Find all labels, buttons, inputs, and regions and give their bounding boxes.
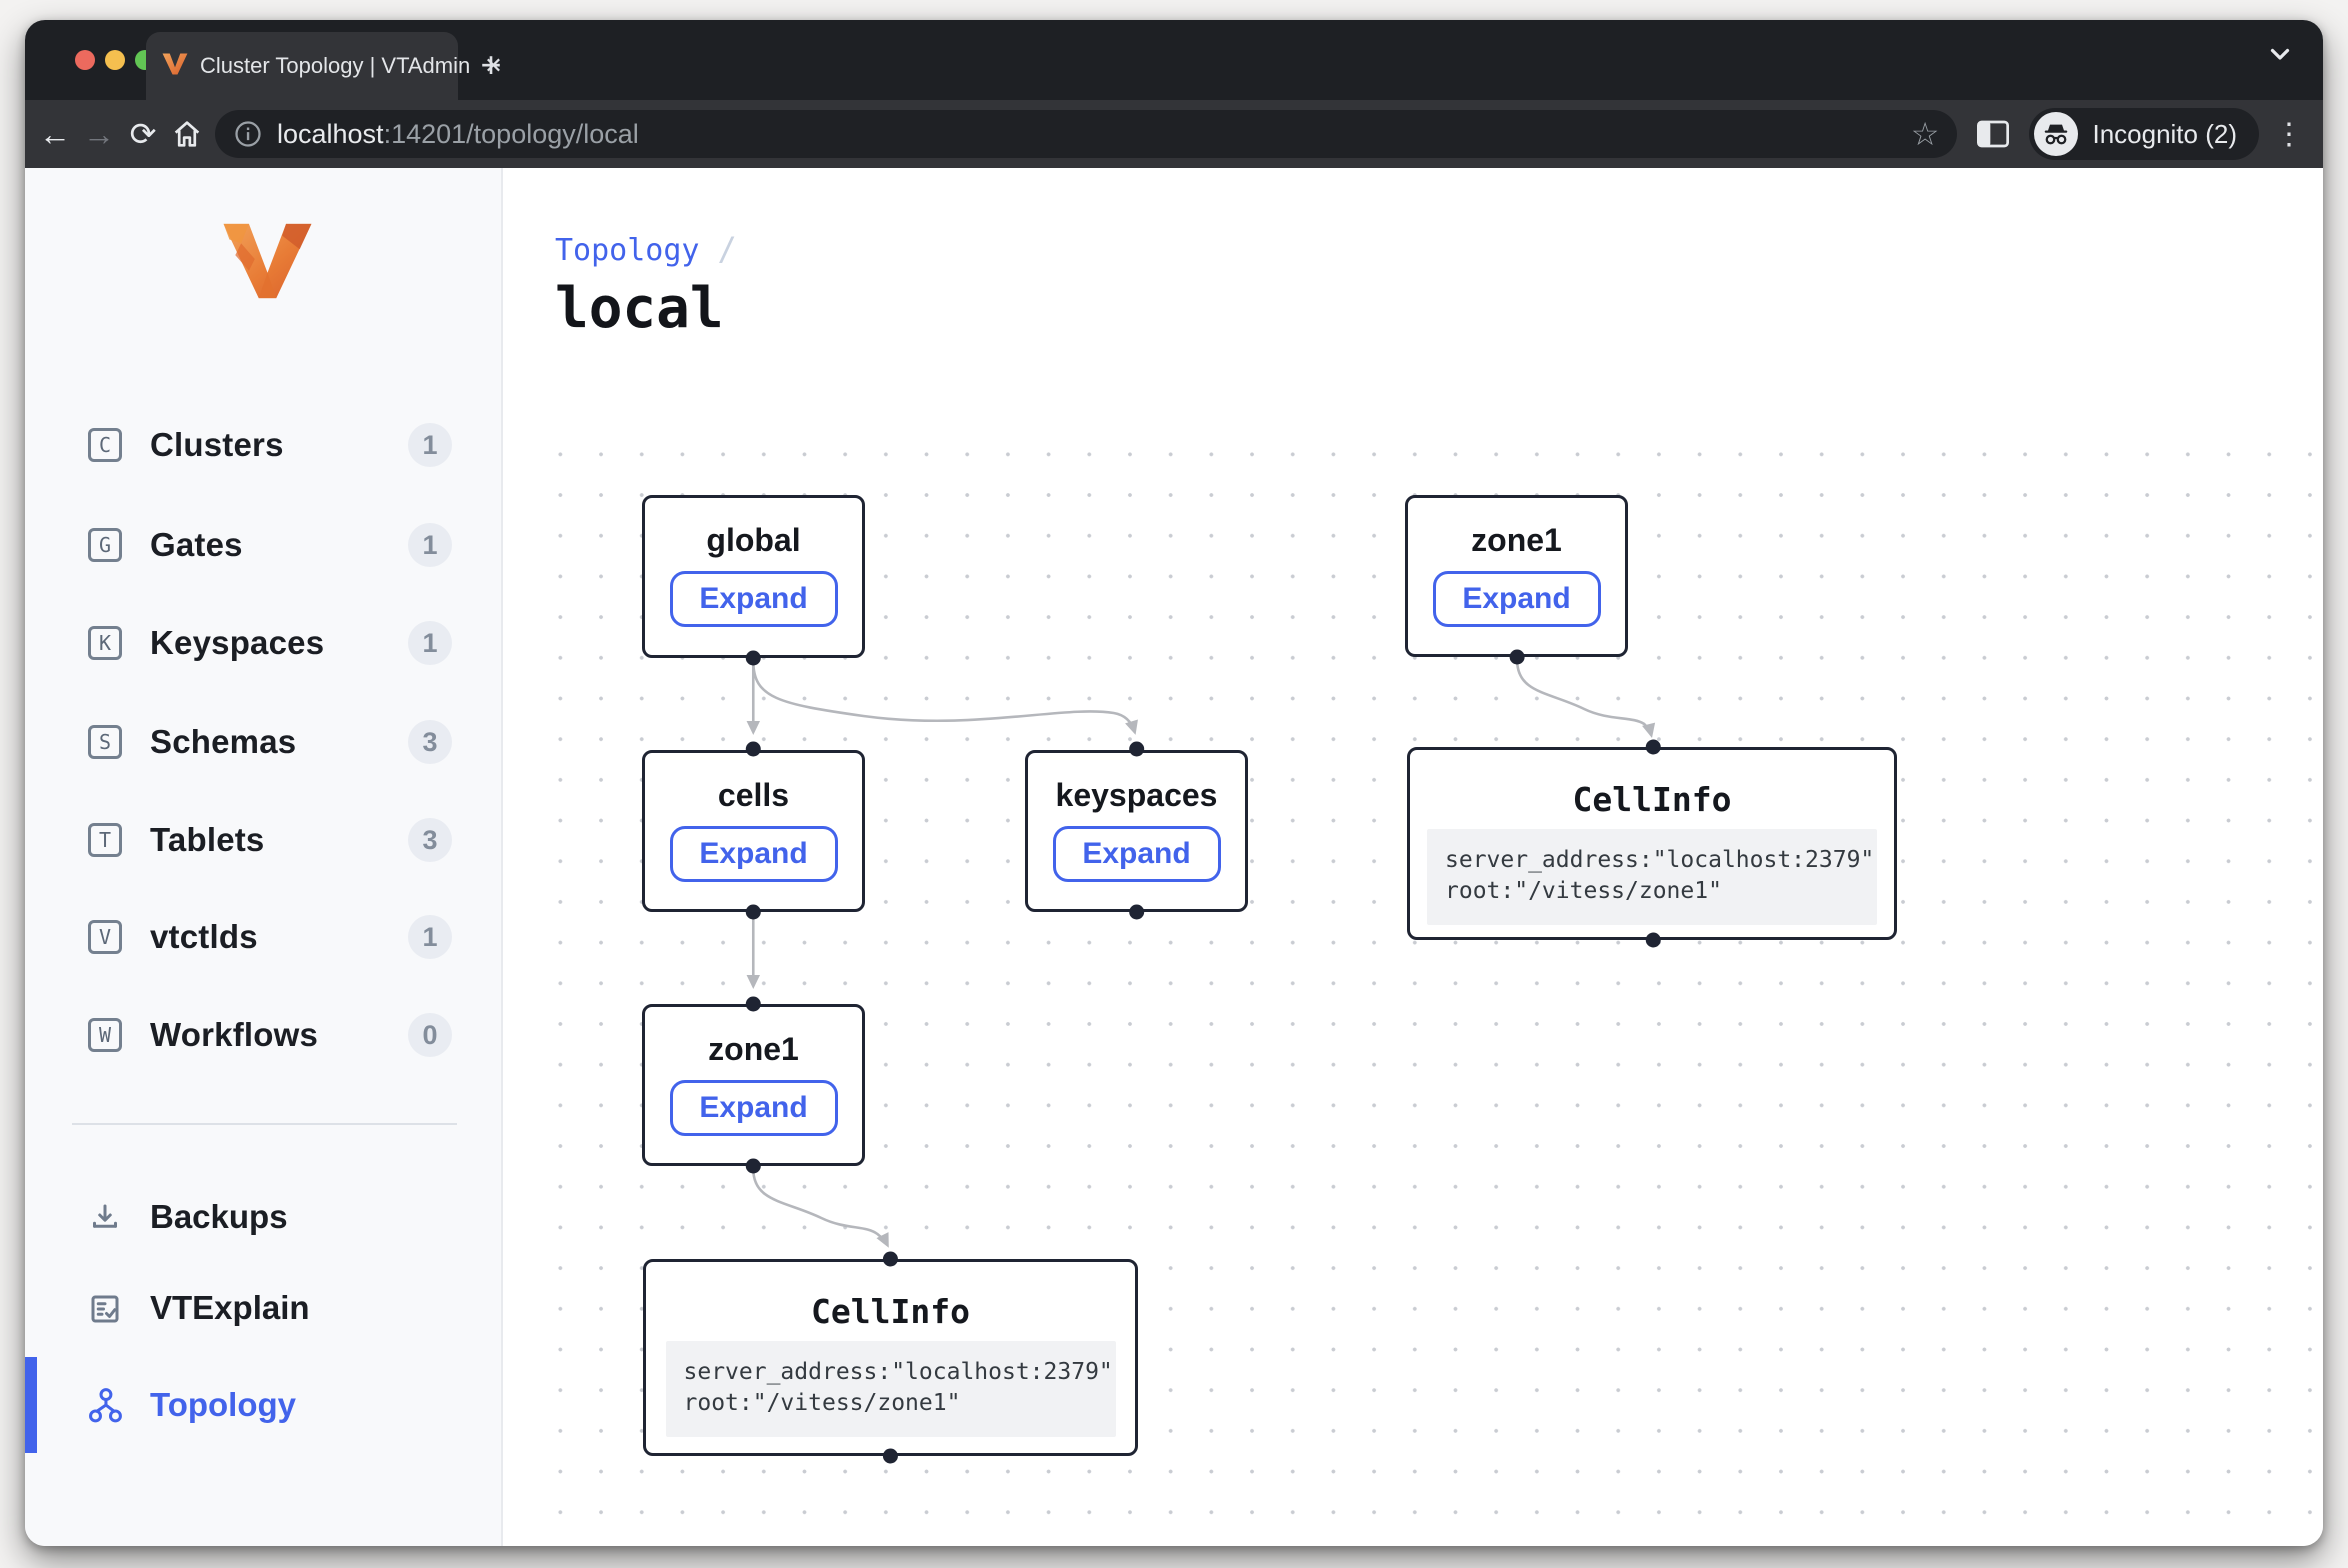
sidebar: C Clusters 1 G Gates 1 K Keyspaces 1 S S… [25, 168, 503, 1546]
sidebar-item-vtctlds[interactable]: V vtctlds 1 [25, 905, 501, 969]
keyspaces-icon: K [88, 626, 122, 660]
count-badge: 1 [408, 621, 452, 665]
tab-strip: Cluster Topology | VTAdmin ✕ + [25, 20, 2323, 100]
breadcrumb-separator: / [718, 230, 737, 268]
window-close-button[interactable] [75, 50, 95, 70]
sidebar-item-label: Topology [150, 1373, 296, 1437]
sidebar-item-clusters[interactable]: C Clusters 1 [25, 413, 501, 477]
sidebar-item-label: Keyspaces [150, 611, 324, 675]
node-title: zone1 [1471, 522, 1562, 559]
page-title: local [555, 276, 724, 341]
sidebar-item-schemas[interactable]: S Schemas 3 [25, 710, 501, 774]
cellinfo-line: server_address:"localhost:2379" [684, 1357, 1098, 1388]
sidebar-item-label: vtctlds [150, 905, 258, 969]
url-bar[interactable]: localhost:14201/topology/local ☆ [215, 110, 1957, 158]
active-nav-indicator [25, 1357, 37, 1453]
browser-window: Cluster Topology | VTAdmin ✕ + ← → ⟳ [25, 20, 2323, 1546]
cellinfo-line: root:"/vitess/zone1" [684, 1388, 1098, 1419]
tab-title: Cluster Topology | VTAdmin [200, 53, 470, 79]
node-title: keyspaces [1056, 777, 1218, 814]
incognito-badge[interactable]: Incognito (2) [2029, 108, 2259, 160]
sidebar-item-label: Backups [150, 1185, 288, 1249]
topology-canvas: Topology / local global Expand zone1 Exp… [503, 168, 2323, 1546]
node-cellinfo-right: CellInfo server_address:"localhost:2379"… [1407, 747, 1897, 940]
count-badge: 3 [408, 818, 452, 862]
node-zone1-right: zone1 Expand [1405, 495, 1628, 657]
site-info-icon[interactable] [233, 119, 263, 149]
workflows-icon: W [88, 1018, 122, 1052]
sidebar-item-label: Gates [150, 513, 243, 577]
tab-search-chevron-icon[interactable] [2265, 38, 2295, 73]
url-path: :14201/topology/local [384, 119, 639, 149]
bookmark-star-icon[interactable]: ☆ [1911, 115, 1940, 153]
sidebar-item-vtexplain[interactable]: VTExplain [25, 1276, 501, 1340]
node-title: global [706, 522, 800, 559]
new-tab-button[interactable]: + [471, 46, 511, 86]
side-panel-icon[interactable] [1975, 118, 2011, 150]
node-title: cells [718, 777, 789, 814]
expand-button[interactable]: Expand [670, 1080, 838, 1136]
sidebar-item-workflows[interactable]: W Workflows 0 [25, 1003, 501, 1067]
sidebar-item-gates[interactable]: G Gates 1 [25, 513, 501, 577]
count-badge: 1 [408, 915, 452, 959]
breadcrumb-topology-link[interactable]: Topology [555, 233, 700, 268]
sidebar-item-label: Clusters [150, 413, 284, 477]
cellinfo-code: server_address:"localhost:2379" root:"/v… [1427, 829, 1877, 925]
incognito-label: Incognito (2) [2092, 119, 2237, 150]
node-zone1-lower: zone1 Expand [642, 1004, 865, 1166]
sidebar-item-label: Workflows [150, 1003, 318, 1067]
vitess-logo [220, 220, 315, 302]
download-icon [85, 1199, 125, 1237]
vtctlds-icon: V [88, 920, 122, 954]
node-title: CellInfo [811, 1292, 970, 1331]
node-title: zone1 [708, 1031, 799, 1068]
sidebar-divider [72, 1123, 457, 1125]
clusters-icon: C [88, 428, 122, 462]
count-badge: 1 [408, 523, 452, 567]
sidebar-item-tablets[interactable]: T Tablets 3 [25, 808, 501, 872]
url-host: localhost [277, 119, 384, 149]
expand-button[interactable]: Expand [670, 826, 838, 882]
incognito-icon [2034, 112, 2078, 156]
browser-tab[interactable]: Cluster Topology | VTAdmin ✕ [146, 32, 458, 100]
node-keyspaces: keyspaces Expand [1025, 750, 1248, 912]
sidebar-item-topology[interactable]: Topology [25, 1373, 501, 1437]
expand-button[interactable]: Expand [670, 571, 838, 627]
gates-icon: G [88, 528, 122, 562]
sidebar-item-label: VTExplain [150, 1276, 310, 1340]
tablets-icon: T [88, 823, 122, 857]
document-check-icon [85, 1290, 125, 1328]
browser-toolbar: ← → ⟳ localhost:14201/topology/local ☆ [25, 100, 2323, 168]
favicon-vitess-icon [162, 52, 188, 81]
node-cells: cells Expand [642, 750, 865, 912]
browser-menu-icon[interactable]: ⋮ [2269, 117, 2309, 152]
expand-button[interactable]: Expand [1053, 826, 1221, 882]
url-text: localhost:14201/topology/local [277, 119, 639, 150]
breadcrumb: Topology / [555, 230, 737, 268]
window-minimize-button[interactable] [105, 50, 125, 70]
sidebar-item-keyspaces[interactable]: K Keyspaces 1 [25, 611, 501, 675]
sidebar-item-label: Schemas [150, 710, 296, 774]
node-global: global Expand [642, 495, 865, 658]
sidebar-item-label: Tablets [150, 808, 264, 872]
expand-button[interactable]: Expand [1433, 571, 1601, 627]
back-button[interactable]: ← [33, 116, 77, 153]
screenshot: Cluster Topology | VTAdmin ✕ + ← → ⟳ [0, 0, 2348, 1568]
sidebar-item-backups[interactable]: Backups [25, 1185, 501, 1249]
cellinfo-line: server_address:"localhost:2379" [1445, 845, 1859, 876]
topology-icon [85, 1387, 125, 1425]
cellinfo-code: server_address:"localhost:2379" root:"/v… [666, 1341, 1116, 1437]
node-title: CellInfo [1573, 780, 1732, 819]
schemas-icon: S [88, 725, 122, 759]
count-badge: 0 [408, 1013, 452, 1057]
count-badge: 3 [408, 720, 452, 764]
home-button[interactable] [165, 117, 209, 151]
vtadmin-page: C Clusters 1 G Gates 1 K Keyspaces 1 S S… [25, 168, 2323, 1546]
forward-button[interactable]: → [77, 116, 121, 153]
reload-button[interactable]: ⟳ [121, 115, 165, 153]
node-cellinfo-bottom: CellInfo server_address:"localhost:2379"… [643, 1259, 1138, 1456]
cellinfo-line: root:"/vitess/zone1" [1445, 876, 1859, 907]
count-badge: 1 [408, 423, 452, 467]
